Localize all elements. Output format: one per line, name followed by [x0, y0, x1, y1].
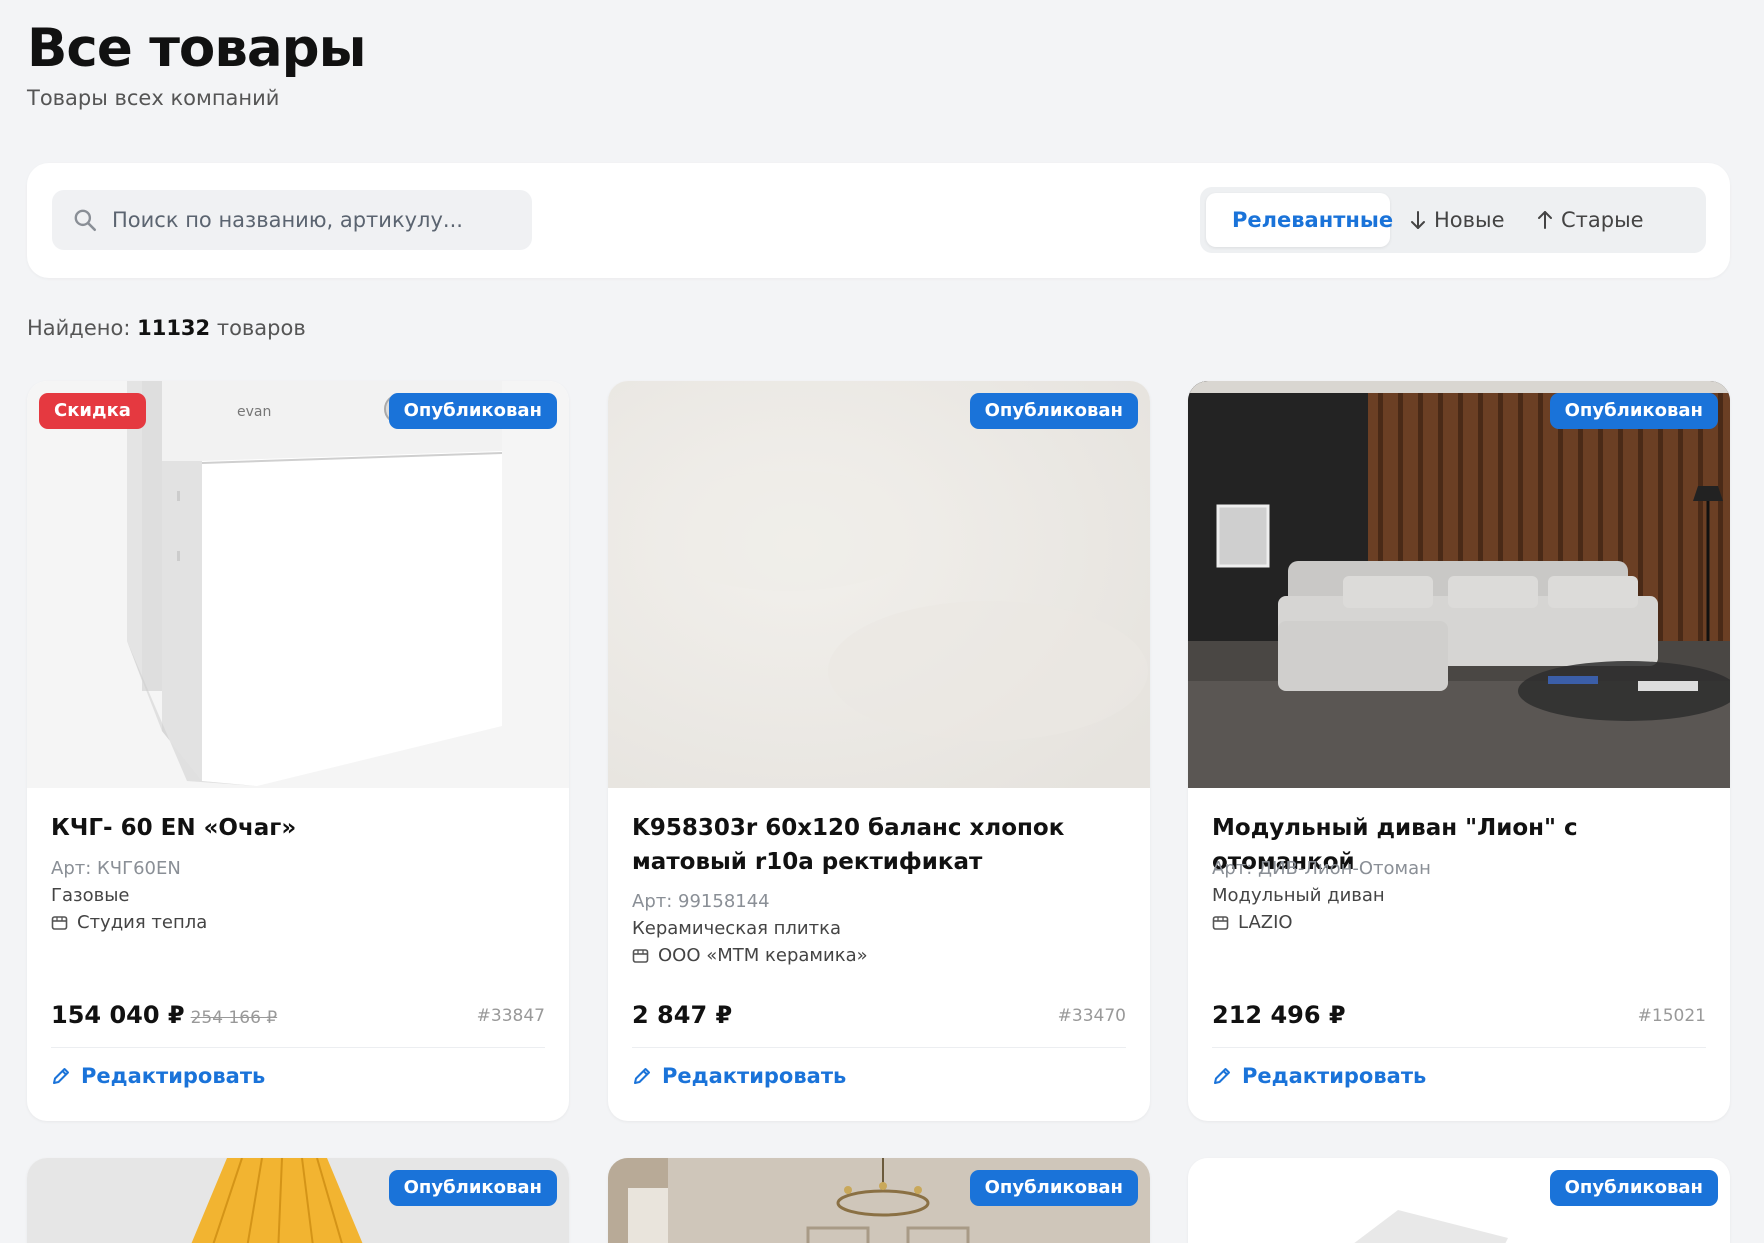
product-card[interactable]: Опубликован	[1188, 1158, 1730, 1243]
product-id: #33847	[476, 1006, 545, 1026]
old-price: 254 166 ₽	[190, 1008, 278, 1028]
sort-relevant-button[interactable]: Релевантные	[1206, 193, 1394, 247]
product-category: Газовые	[51, 885, 130, 906]
sort-segmented-control: Релевантные Новые Старые	[1200, 187, 1706, 253]
product-price: 154 040 ₽254 166 ₽	[51, 1001, 278, 1029]
sort-newest-label: Новые	[1434, 208, 1505, 232]
divider	[632, 1047, 1126, 1048]
edit-button[interactable]: Редактировать	[632, 1064, 846, 1088]
product-card[interactable]: evan Скидка Опубликован КЧГ- 60 EN «Очаг…	[27, 381, 569, 1121]
pencil-icon	[53, 1068, 69, 1084]
page-subtitle: Товары всех компаний	[27, 86, 280, 110]
product-title[interactable]: КЧГ- 60 EN «Очаг»	[51, 811, 551, 845]
edit-button[interactable]: Редактировать	[1212, 1064, 1426, 1088]
product-id: #33470	[1057, 1006, 1126, 1026]
product-company: ООО «МТМ керамика»	[632, 942, 868, 969]
sort-oldest-button[interactable]: Старые	[1537, 193, 1657, 247]
search-icon	[74, 209, 97, 232]
product-image-boiler: evan	[27, 381, 569, 788]
sort-oldest-label: Старые	[1561, 208, 1644, 232]
divider	[1212, 1047, 1706, 1048]
store-icon	[51, 915, 68, 930]
pencil-icon	[1214, 1068, 1230, 1084]
product-image-tile	[608, 381, 1150, 788]
product-card[interactable]: Опубликован K958303r 60x120 баланс хлопо…	[608, 381, 1150, 1121]
sort-newest-button[interactable]: Новые	[1410, 193, 1520, 247]
status-badge: Опубликован	[1549, 393, 1718, 429]
product-price: 2 847 ₽	[632, 1001, 733, 1029]
filter-toolbar: Релевантные Новые Старые	[27, 163, 1730, 278]
arrow-down-icon	[1411, 211, 1425, 229]
search-input[interactable]	[112, 190, 522, 250]
product-card[interactable]: Опубликован	[608, 1158, 1150, 1243]
sort-relevant-label: Релевантные	[1232, 208, 1394, 232]
pencil-icon	[634, 1068, 650, 1084]
status-badge: Опубликован	[388, 393, 557, 429]
product-card[interactable]: Опубликован Модульный диван "Лион" с ото…	[1188, 381, 1730, 1121]
product-category: Модульный диван	[1212, 885, 1385, 906]
product-company: Студия тепла	[51, 909, 207, 936]
store-icon	[632, 948, 649, 963]
product-title[interactable]: K958303r 60x120 баланс хлопок матовый r1…	[632, 811, 1132, 879]
product-sku: Арт: ДИВ-Лион-Отоман	[1212, 858, 1431, 879]
product-card[interactable]: Опубликован	[27, 1158, 569, 1243]
search-box[interactable]	[52, 190, 532, 250]
status-badge: Опубликован	[969, 1170, 1138, 1206]
results-count: Найдено: 11132 товаров	[27, 316, 306, 340]
arrow-up-icon	[1538, 211, 1552, 229]
store-icon	[1212, 915, 1229, 930]
product-sku: Арт: КЧГ60EN	[51, 858, 181, 879]
product-price: 212 496 ₽	[1212, 1001, 1346, 1029]
product-sku: Арт: 99158144	[632, 891, 770, 912]
sale-badge: Скидка	[39, 393, 146, 429]
svg-text:evan: evan	[237, 404, 271, 420]
divider	[51, 1047, 545, 1048]
product-company: LAZIO	[1212, 909, 1293, 936]
status-badge: Опубликован	[1549, 1170, 1718, 1206]
edit-button[interactable]: Редактировать	[51, 1064, 265, 1088]
status-badge: Опубликован	[969, 393, 1138, 429]
page-title: Все товары	[27, 18, 367, 79]
product-id: #15021	[1637, 1006, 1706, 1026]
product-image-sofa	[1188, 381, 1730, 788]
product-category: Керамическая плитка	[632, 918, 842, 939]
status-badge: Опубликован	[388, 1170, 557, 1206]
